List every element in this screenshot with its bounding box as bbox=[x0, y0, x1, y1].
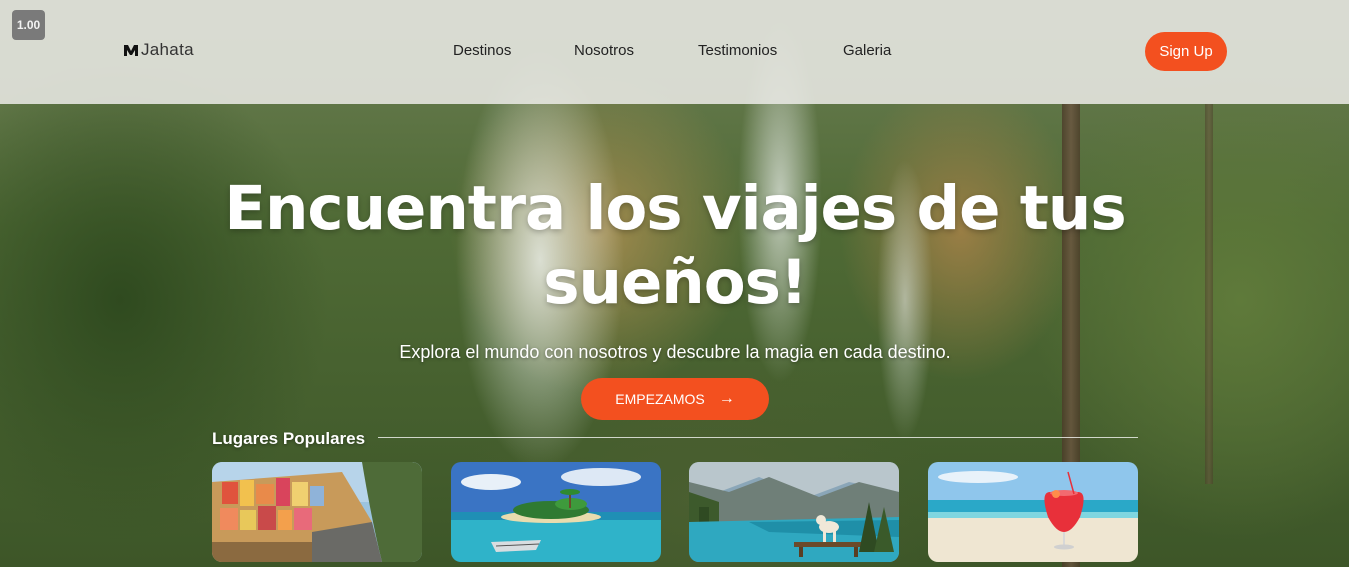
nav-link-galeria[interactable]: Galeria bbox=[843, 42, 891, 59]
nav-link-nosotros[interactable]: Nosotros bbox=[574, 42, 634, 59]
popular-heading: Lugares Populares bbox=[212, 429, 366, 448]
cta-label: EMPEZAMOS bbox=[615, 391, 705, 407]
beach-drink-image bbox=[928, 462, 1138, 562]
brand-logo[interactable]: Jahata bbox=[123, 40, 194, 60]
brand-name: Jahata bbox=[141, 40, 194, 59]
popular-divider bbox=[378, 437, 1138, 438]
hero-title-line-2: sueños! bbox=[543, 247, 808, 318]
hero-title: Encuentra los viajes de tus sueños! bbox=[175, 172, 1175, 320]
destination-card-mountain-lake[interactable] bbox=[689, 462, 899, 562]
hero-subtitle: Explora el mundo con nosotros y descubre… bbox=[399, 342, 951, 362]
logo-icon bbox=[124, 45, 138, 56]
zoom-level-badge: 1.00 bbox=[12, 10, 45, 40]
coastal-village-image bbox=[212, 462, 422, 562]
nav-link-destinos[interactable]: Destinos bbox=[453, 42, 511, 59]
destination-card-beach-drink[interactable] bbox=[928, 462, 1138, 562]
nav-link-testimonios[interactable]: Testimonios bbox=[698, 42, 777, 59]
tropical-island-image bbox=[451, 462, 661, 562]
destination-card-tropical-island[interactable] bbox=[451, 462, 661, 562]
cta-button[interactable]: EMPEZAMOS → bbox=[581, 378, 769, 420]
destination-card-coastal-village[interactable] bbox=[212, 462, 422, 562]
arrow-right-icon: → bbox=[718, 390, 735, 407]
signup-button[interactable]: Sign Up bbox=[1145, 32, 1227, 71]
hero-title-line-1: Encuentra los viajes de tus bbox=[224, 173, 1126, 244]
mountain-lake-image bbox=[689, 462, 899, 562]
tree-trunk bbox=[1205, 104, 1213, 484]
navbar: 1.00 Jahata Destinos Nosotros Testimonio… bbox=[0, 0, 1349, 104]
